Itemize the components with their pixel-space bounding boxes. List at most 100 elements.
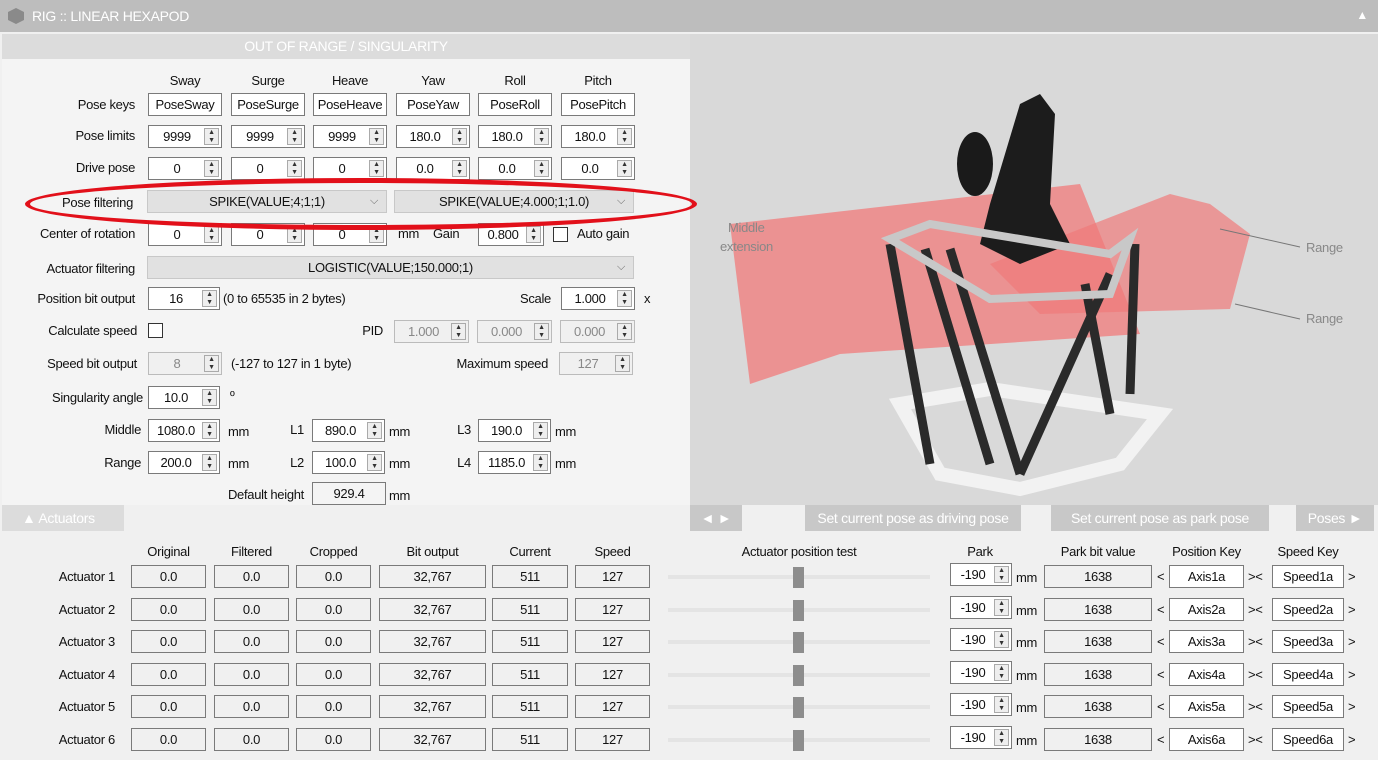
pose-key-input[interactable]: PoseSurge [231,93,305,116]
speed-key-input[interactable]: Speed4a [1272,662,1344,686]
shift-left-button[interactable]: < [1157,569,1165,584]
spinner-arrows-icon[interactable]: ▲ ▼ [617,323,632,340]
position-key-input[interactable]: Axis4a [1169,662,1244,686]
park-spinner[interactable]: -190 ▲ ▼ [950,563,1012,586]
position-test-slider-thumb[interactable] [793,567,804,588]
spinner-arrows-icon[interactable]: ▲ ▼ [369,128,384,145]
nav-arrows-button[interactable]: ◄ ► [690,505,742,531]
spinner-arrows-icon[interactable]: ▲ ▼ [202,422,217,439]
shift-right-button[interactable]: > [1348,602,1356,617]
spinner-arrows-icon[interactable]: ▲ ▼ [994,663,1009,681]
position-test-slider-thumb[interactable] [793,599,804,621]
spinner-arrows-icon[interactable]: ▲ ▼ [367,454,382,471]
pose-key-input[interactable]: PoseSway [148,93,222,116]
speed-key-input[interactable]: Speed3a [1272,630,1344,653]
shift-left-button[interactable]: < [1157,602,1165,617]
spinner-arrows-icon[interactable]: ▲ ▼ [994,566,1009,583]
park-spinner[interactable]: -190 ▲ ▼ [950,693,1012,716]
spinner-arrows-icon[interactable]: ▲ ▼ [202,290,217,307]
spinner-arrows-icon[interactable]: ▲ ▼ [287,128,302,145]
position-key-input[interactable]: Axis1a [1169,565,1244,588]
poses-button[interactable]: Poses ► [1296,505,1374,531]
singularity-angle-spinner[interactable]: 10.0 ▲ ▼ [148,386,220,409]
range-spinner[interactable]: 200.0 ▲ ▼ [148,451,220,474]
shift-right-button[interactable]: > [1348,732,1356,747]
drive-pose-spinner[interactable]: 0.0 ▲ ▼ [396,157,470,180]
calculate-speed-checkbox[interactable] [148,323,163,338]
shift-left-button[interactable]: < [1157,699,1165,714]
middle-spinner[interactable]: 1080.0 ▲ ▼ [148,419,220,442]
set-park-pose-button[interactable]: Set current pose as park pose [1051,505,1269,531]
position-key-input[interactable]: Axis3a [1169,630,1244,653]
position-test-slider-thumb[interactable] [793,697,804,718]
spinner-arrows-icon[interactable]: ▲ ▼ [994,631,1009,648]
drive-pose-spinner[interactable]: 0 ▲ ▼ [313,157,387,180]
actuators-toggle-button[interactable]: ▲ Actuators [2,505,124,531]
pose-key-input[interactable]: PoseRoll [478,93,552,116]
drive-pose-spinner[interactable]: 0 ▲ ▼ [148,157,222,180]
swap-button[interactable]: >< [1248,699,1263,714]
shift-left-button[interactable]: < [1157,732,1165,747]
drive-pose-spinner[interactable]: 0 ▲ ▼ [231,157,305,180]
pose-key-input[interactable]: PoseHeave [313,93,387,116]
actuator-filtering-dropdown[interactable]: LOGISTIC(VALUE;150.000;1) ⌵ [147,256,634,279]
swap-button[interactable]: >< [1248,732,1263,747]
position-key-input[interactable]: Axis2a [1169,597,1244,621]
set-driving-pose-button[interactable]: Set current pose as driving pose [805,505,1021,531]
l4-spinner[interactable]: 1185.0 ▲ ▼ [478,451,551,474]
park-spinner[interactable]: -190 ▲ ▼ [950,660,1012,684]
drive-pose-spinner[interactable]: 0.0 ▲ ▼ [561,157,635,180]
spinner-arrows-icon[interactable]: ▲ ▼ [526,226,541,243]
spinner-arrows-icon[interactable]: ▲ ▼ [369,160,384,177]
spinner-arrows-icon[interactable]: ▲ ▼ [367,422,382,439]
swap-button[interactable]: >< [1248,667,1263,682]
speed-key-input[interactable]: Speed5a [1272,695,1344,718]
l2-spinner[interactable]: 100.0 ▲ ▼ [312,451,385,474]
position-key-input[interactable]: Axis5a [1169,695,1244,718]
park-spinner[interactable]: -190 ▲ ▼ [950,595,1012,619]
spinner-arrows-icon[interactable]: ▲ ▼ [204,160,219,177]
rig-3d-view[interactable]: Middle extension Range Range [690,34,1378,505]
pose-limit-spinner[interactable]: 180.0 ▲ ▼ [396,125,470,148]
position-test-slider-thumb[interactable] [793,632,804,653]
spinner-arrows-icon[interactable]: ▲ ▼ [533,454,548,471]
l1-spinner[interactable]: 890.0 ▲ ▼ [312,419,385,442]
spinner-arrows-icon[interactable]: ▲ ▼ [994,696,1009,713]
spinner-arrows-icon[interactable]: ▲ ▼ [204,355,219,372]
swap-button[interactable]: >< [1248,569,1263,584]
swap-button[interactable]: >< [1248,602,1263,617]
pose-limit-spinner[interactable]: 9999 ▲ ▼ [148,125,222,148]
spinner-arrows-icon[interactable]: ▲ ▼ [534,160,549,177]
speed-key-input[interactable]: Speed1a [1272,565,1344,588]
position-test-slider-thumb[interactable] [793,664,804,686]
spinner-arrows-icon[interactable]: ▲ ▼ [534,128,549,145]
shift-right-button[interactable]: > [1348,667,1356,682]
auto-gain-checkbox[interactable] [553,227,568,242]
spinner-arrows-icon[interactable]: ▲ ▼ [202,389,217,406]
spinner-arrows-icon[interactable]: ▲ ▼ [533,422,548,439]
shift-left-button[interactable]: < [1157,667,1165,682]
spinner-arrows-icon[interactable]: ▲ ▼ [204,226,219,243]
speed-key-input[interactable]: Speed2a [1272,597,1344,621]
pose-limit-spinner[interactable]: 9999 ▲ ▼ [313,125,387,148]
swap-button[interactable]: >< [1248,634,1263,649]
position-key-input[interactable]: Axis6a [1169,727,1244,751]
drive-pose-spinner[interactable]: 0.0 ▲ ▼ [478,157,552,180]
spinner-arrows-icon[interactable]: ▲ ▼ [287,160,302,177]
spinner-arrows-icon[interactable]: ▲ ▼ [534,323,549,340]
spinner-arrows-icon[interactable]: ▲ ▼ [452,160,467,177]
spinner-arrows-icon[interactable]: ▲ ▼ [452,128,467,145]
pose-limit-spinner[interactable]: 180.0 ▲ ▼ [478,125,552,148]
spinner-arrows-icon[interactable]: ▲ ▼ [617,290,632,307]
shift-left-button[interactable]: < [1157,634,1165,649]
spinner-arrows-icon[interactable]: ▲ ▼ [204,128,219,145]
spinner-arrows-icon[interactable]: ▲ ▼ [615,355,630,372]
position-test-slider-thumb[interactable] [793,729,804,751]
pose-key-input[interactable]: PoseYaw [396,93,470,116]
pose-key-input[interactable]: PosePitch [561,93,635,116]
spinner-arrows-icon[interactable]: ▲ ▼ [617,128,632,145]
park-spinner[interactable]: -190 ▲ ▼ [950,725,1012,749]
spinner-arrows-icon[interactable]: ▲ ▼ [451,323,466,340]
spinner-arrows-icon[interactable]: ▲ ▼ [994,598,1009,616]
l3-spinner[interactable]: 190.0 ▲ ▼ [478,419,551,442]
